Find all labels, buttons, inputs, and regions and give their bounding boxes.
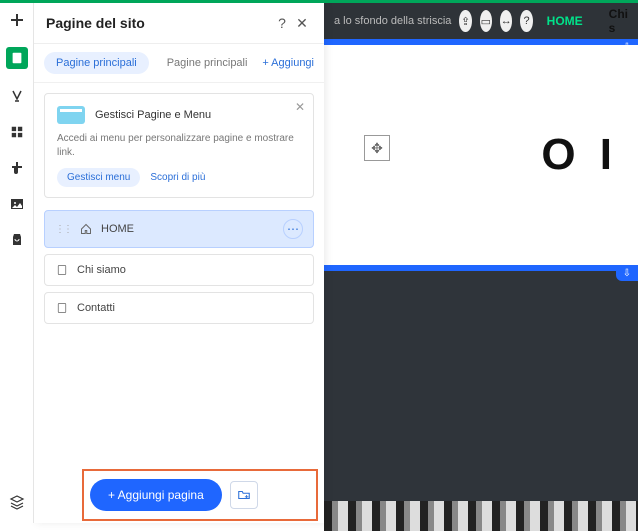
info-card: ✕ Gestisci Pagine e Menu Accedi ai menu …: [44, 93, 314, 198]
panel-header: Pagine del sito ? ✕: [34, 3, 324, 44]
info-card-desc: Accedi ai menu per personalizzare pagine…: [57, 132, 301, 160]
sub-label: Pagine principali: [167, 57, 248, 69]
left-rail: [0, 3, 34, 523]
close-icon[interactable]: ✕: [292, 13, 312, 33]
page-icon: [55, 263, 69, 277]
pages-panel: Pagine del sito ? ✕ Pagine principali Pa…: [34, 3, 324, 523]
photo-strip: [324, 501, 638, 531]
home-icon: [79, 222, 93, 236]
page-more-icon[interactable]: ⋯: [283, 219, 303, 239]
tool-help-icon[interactable]: ?: [520, 10, 532, 32]
dark-section[interactable]: [324, 271, 638, 501]
help-icon[interactable]: ?: [272, 13, 292, 33]
info-close-icon[interactable]: ✕: [295, 100, 305, 114]
apps-icon[interactable]: [8, 123, 26, 141]
hero-text: O I: [541, 130, 618, 180]
nav-home[interactable]: HOME: [547, 14, 583, 28]
nav-chi-siamo[interactable]: Chi s: [609, 7, 628, 35]
info-card-title: Gestisci Pagine e Menu: [95, 109, 211, 121]
section-handle-icon[interactable]: ⇩: [616, 265, 638, 281]
page-label: Chi siamo: [77, 264, 126, 276]
tool-layout-icon[interactable]: ▭: [480, 10, 492, 32]
add-page-button[interactable]: + Aggiungi pagina: [90, 479, 222, 511]
design-icon[interactable]: [8, 87, 26, 105]
toolbar-text: a lo sfondo della striscia: [334, 15, 451, 27]
tool-upload-icon[interactable]: ⇪: [459, 10, 471, 32]
tool-stretch-icon[interactable]: ↔: [500, 10, 512, 32]
section-divider: ⇩: [324, 265, 638, 271]
page-item-chi-siamo[interactable]: Chi siamo: [44, 254, 314, 286]
panel-footer: + Aggiungi pagina: [34, 467, 324, 523]
hero-section[interactable]: ✥ O I: [324, 45, 638, 265]
panel-body: ✕ Gestisci Pagine e Menu Accedi ai menu …: [34, 83, 324, 467]
page-icon: [55, 301, 69, 315]
page-label: HOME: [101, 223, 134, 235]
panel-title: Pagine del sito: [46, 15, 272, 31]
page-label: Contatti: [77, 302, 115, 314]
move-handle-icon[interactable]: ✥: [364, 135, 390, 161]
drag-handle-icon[interactable]: ⋮⋮: [55, 224, 71, 235]
pages-icon[interactable]: [6, 47, 28, 69]
learn-more-link[interactable]: Scopri di più: [150, 168, 205, 187]
manage-menu-button[interactable]: Gestisci menu: [57, 168, 140, 187]
add-icon[interactable]: [8, 11, 26, 29]
addons-icon[interactable]: [8, 159, 26, 177]
add-folder-button[interactable]: [230, 481, 258, 509]
main-pages-pill[interactable]: Pagine principali: [44, 52, 149, 74]
store-icon[interactable]: [8, 231, 26, 249]
add-link[interactable]: + Aggiungi: [262, 57, 314, 69]
layers-icon[interactable]: [8, 493, 26, 511]
menu-badge-icon: [57, 106, 85, 124]
panel-subheader: Pagine principali Pagine principali + Ag…: [34, 44, 324, 83]
media-icon[interactable]: [8, 195, 26, 213]
page-item-home[interactable]: ⋮⋮ HOME ⋯: [44, 210, 314, 248]
page-item-contatti[interactable]: Contatti: [44, 292, 314, 324]
canvas-toolbar: a lo sfondo della striscia ⇪ ▭ ↔ ? HOME …: [324, 3, 638, 39]
editor-canvas: a lo sfondo della striscia ⇪ ▭ ↔ ? HOME …: [324, 3, 638, 523]
